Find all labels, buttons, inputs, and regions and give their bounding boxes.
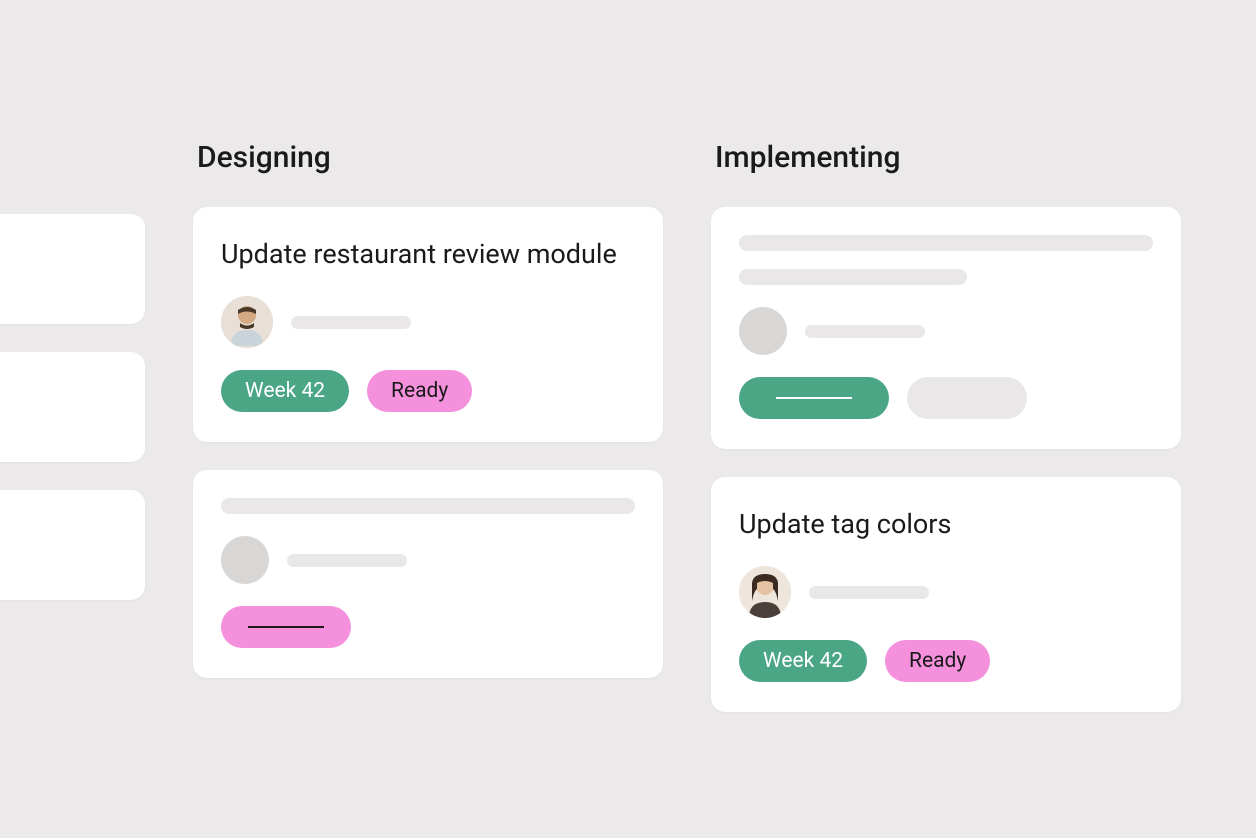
task-card[interactable]: [0, 490, 145, 600]
kanban-column-implementing: Implementing Update tag colors: [711, 140, 1181, 712]
assignee-row: [739, 307, 1153, 355]
column-title: Designing: [193, 140, 663, 175]
tag-row: [221, 606, 635, 648]
text-placeholder: [287, 554, 407, 567]
text-placeholder: [809, 586, 929, 599]
sprint-tag[interactable]: Week 42: [739, 640, 867, 682]
status-tag[interactable]: Ready: [367, 370, 472, 412]
text-placeholder: [291, 316, 411, 329]
avatar-placeholder: [221, 536, 269, 584]
line-icon: [248, 626, 324, 628]
kanban-board: Designing Update restaurant review modul…: [0, 0, 1181, 712]
sprint-tag-placeholder[interactable]: [739, 377, 889, 419]
line-icon: [776, 397, 852, 399]
text-placeholder: [739, 269, 967, 285]
sprint-tag[interactable]: Week 42: [221, 370, 349, 412]
task-card[interactable]: Update restaurant review module Week 42 …: [193, 207, 663, 442]
card-title: Update restaurant review module: [221, 235, 635, 274]
tag-row: Week 42 Ready: [221, 370, 635, 412]
tag-row: [739, 377, 1153, 419]
status-tag-placeholder[interactable]: [907, 377, 1027, 419]
column-title-placeholder: [0, 140, 145, 182]
card-title: Update tag colors: [739, 505, 1153, 544]
avatar[interactable]: [221, 296, 273, 348]
task-card[interactable]: [193, 470, 663, 678]
task-card[interactable]: Update tag colors Week 42 Ready: [711, 477, 1181, 712]
text-placeholder: [805, 325, 925, 338]
task-card[interactable]: [711, 207, 1181, 449]
avatar-placeholder: [739, 307, 787, 355]
column-title: Implementing: [711, 140, 1181, 175]
status-tag[interactable]: Ready: [885, 640, 990, 682]
assignee-row: [739, 566, 1153, 618]
kanban-column-prev: [0, 140, 145, 712]
tag-row: Week 42 Ready: [739, 640, 1153, 682]
status-tag-placeholder[interactable]: [221, 606, 351, 648]
avatar[interactable]: [739, 566, 791, 618]
text-placeholder: [739, 235, 1153, 251]
task-card[interactable]: [0, 352, 145, 462]
task-card[interactable]: [0, 214, 145, 324]
text-placeholder: [221, 498, 635, 514]
kanban-column-designing: Designing Update restaurant review modul…: [193, 140, 663, 712]
assignee-row: [221, 296, 635, 348]
assignee-row: [221, 536, 635, 584]
